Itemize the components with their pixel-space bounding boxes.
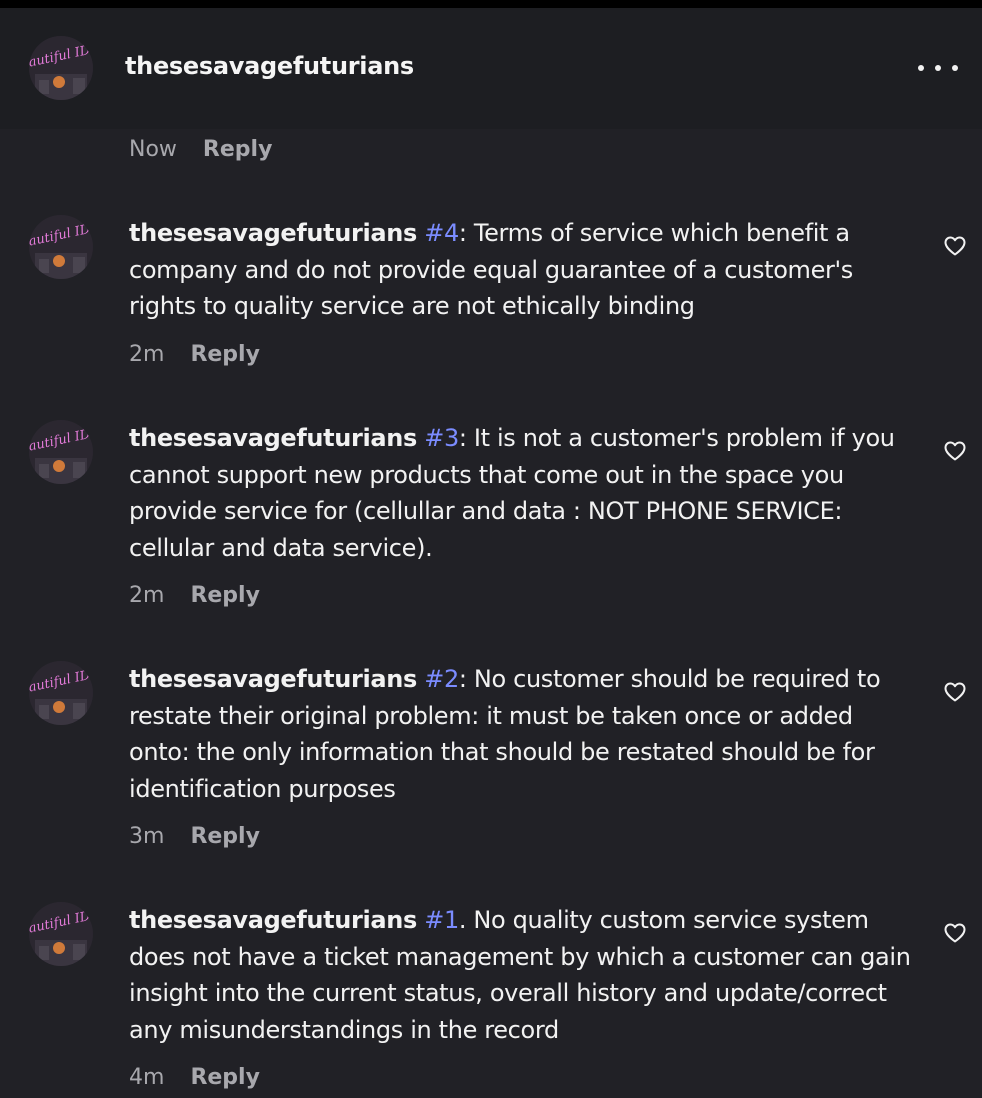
- comment-meta: 3m Reply: [129, 824, 260, 849]
- comment-meta: 2m Reply: [129, 342, 260, 367]
- comment-username[interactable]: thesesavagefuturians: [129, 219, 417, 247]
- avatar[interactable]: Beautiful IDEA: [29, 902, 93, 966]
- reply-button[interactable]: Reply: [190, 824, 260, 849]
- reply-button[interactable]: Reply: [190, 342, 260, 367]
- post-meta: Now Reply: [129, 137, 272, 162]
- comment-hashtag[interactable]: #1: [424, 906, 459, 934]
- comment-time: 4m: [129, 1065, 165, 1090]
- top-border: [0, 0, 982, 8]
- reply-button[interactable]: Reply: [203, 137, 273, 162]
- comment-username[interactable]: thesesavagefuturians: [129, 665, 417, 693]
- reply-button[interactable]: Reply: [190, 1065, 260, 1090]
- avatar[interactable]: Beautiful IDEA: [29, 661, 93, 725]
- post-username[interactable]: thesesavagefuturians: [125, 52, 414, 80]
- reply-button[interactable]: Reply: [190, 583, 260, 608]
- comment-hashtag[interactable]: #3: [424, 424, 459, 452]
- comment-meta: 4m Reply: [129, 1065, 260, 1090]
- comment-time: 2m: [129, 342, 165, 367]
- post-time: Now: [129, 137, 177, 162]
- comment-time: 2m: [129, 583, 165, 608]
- comment-username[interactable]: thesesavagefuturians: [129, 906, 417, 934]
- comment-hashtag[interactable]: #2: [424, 665, 459, 693]
- post-header: Beautiful IDEA thesesavagefuturians: [0, 8, 982, 129]
- avatar[interactable]: Beautiful IDEA: [29, 215, 93, 279]
- heart-icon[interactable]: [943, 921, 967, 945]
- comment-text: thesesavagefuturians #2: No customer sho…: [129, 661, 919, 807]
- heart-icon[interactable]: [943, 439, 967, 463]
- comment-text: thesesavagefuturians #3: It is not a cus…: [129, 420, 919, 566]
- comment-time: 3m: [129, 824, 165, 849]
- heart-icon[interactable]: [943, 234, 967, 258]
- comment-username[interactable]: thesesavagefuturians: [129, 424, 417, 452]
- avatar[interactable]: Beautiful IDEA: [29, 36, 93, 100]
- comment-text: thesesavagefuturians #4: Terms of servic…: [129, 215, 919, 325]
- comment-meta: 2m Reply: [129, 583, 260, 608]
- comment-text: thesesavagefuturians #1. No quality cust…: [129, 902, 919, 1048]
- heart-icon[interactable]: [943, 680, 967, 704]
- more-options-icon[interactable]: [918, 60, 958, 76]
- avatar[interactable]: Beautiful IDEA: [29, 420, 93, 484]
- comment-hashtag[interactable]: #4: [424, 219, 459, 247]
